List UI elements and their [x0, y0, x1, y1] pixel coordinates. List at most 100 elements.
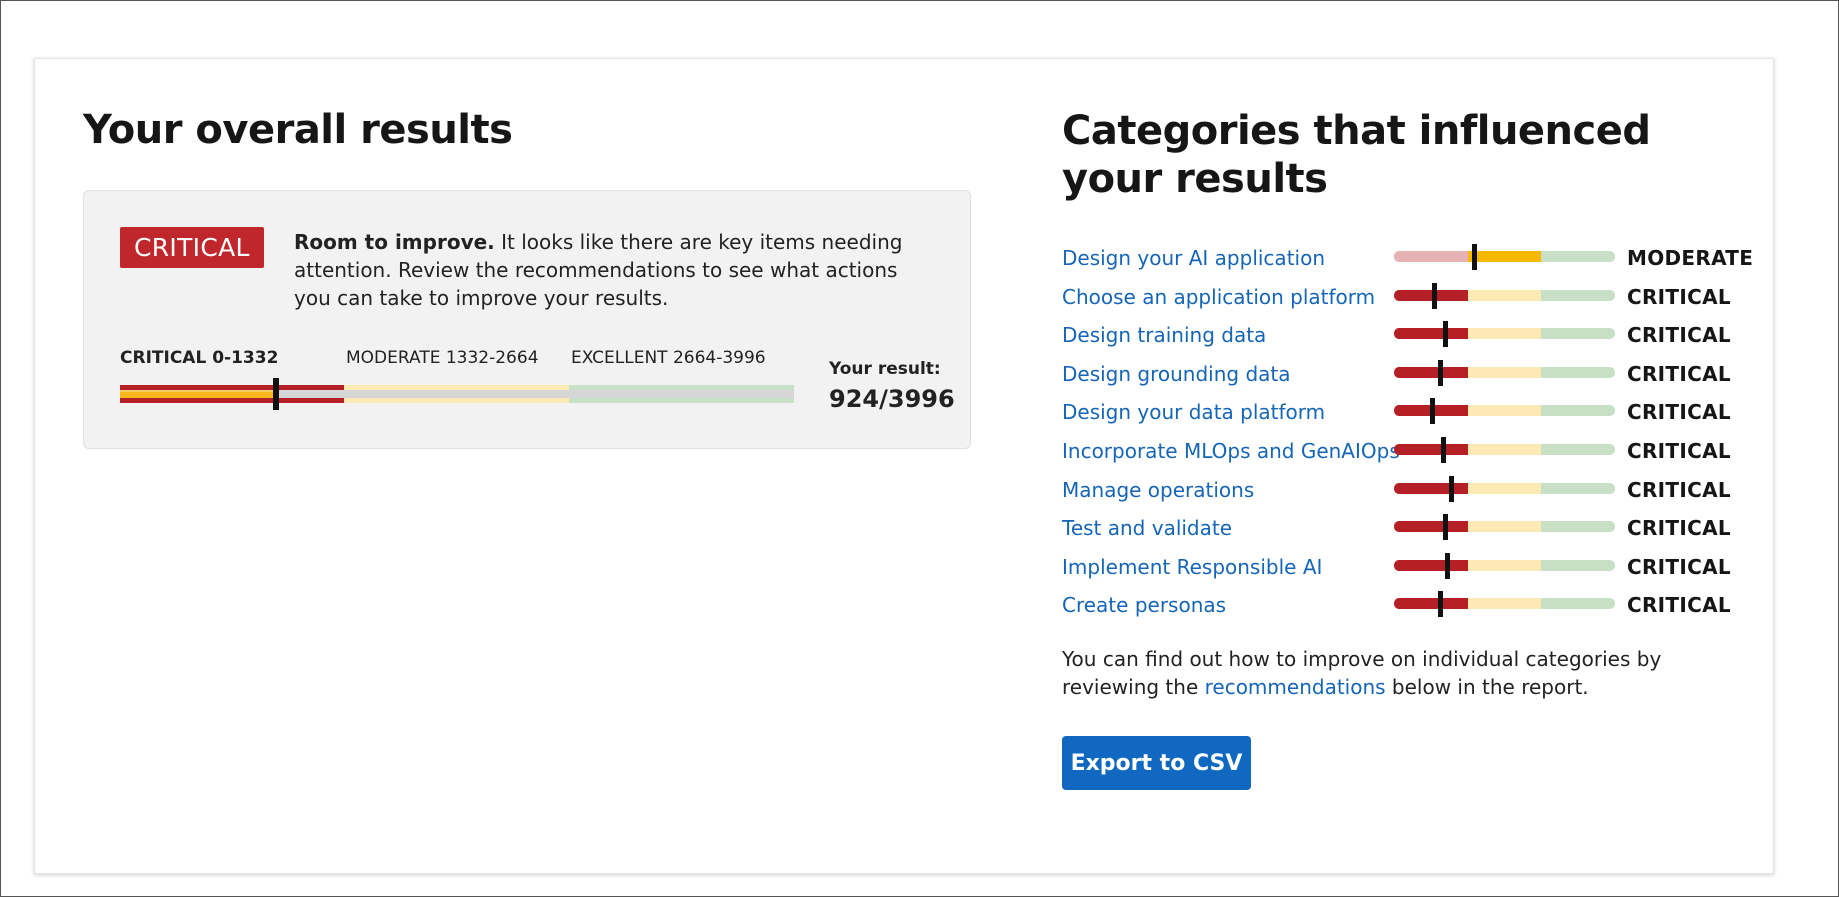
category-level-gauge [1394, 239, 1615, 277]
level-segment [1541, 482, 1615, 494]
summary-bold: Room to improve. [294, 230, 495, 254]
level-segment [1394, 559, 1468, 571]
score-marker [272, 378, 279, 410]
category-row: Create personas CRITICAL [1062, 586, 1762, 625]
category-level-gauge [1394, 586, 1615, 624]
level-segment [1541, 598, 1615, 610]
result-label: Your result: [829, 359, 941, 379]
level-segment [1467, 328, 1542, 340]
level-segment [1394, 482, 1468, 494]
category-level-bar [1394, 328, 1615, 340]
level-segment [1467, 443, 1542, 455]
category-level-gauge [1394, 355, 1615, 393]
category-level-marker [1438, 591, 1444, 618]
category-status: CRITICAL [1627, 554, 1731, 579]
category-level-gauge [1394, 432, 1615, 470]
category-link[interactable]: Design grounding data [1062, 362, 1291, 386]
category-level-marker [1431, 282, 1437, 309]
category-level-gauge [1394, 316, 1615, 354]
level-segment [1394, 521, 1468, 533]
category-level-bar [1394, 482, 1615, 494]
category-level-gauge [1394, 509, 1615, 547]
category-level-bar [1394, 251, 1615, 262]
category-status: CRITICAL [1627, 593, 1731, 618]
scale-label-critical: CRITICAL 0-1332 [120, 348, 279, 368]
level-segment [1394, 251, 1468, 262]
level-segment [1541, 289, 1615, 301]
scale-label-moderate: MODERATE 1332-2664 [346, 348, 539, 368]
category-row: Design your AI application MODERATE [1062, 239, 1762, 278]
category-status: CRITICAL [1627, 284, 1731, 309]
category-level-bar [1394, 598, 1615, 610]
footnote-after: below in the report. [1385, 675, 1589, 699]
level-segment [1541, 405, 1615, 417]
score-fill [120, 390, 276, 398]
scale-label-excellent: EXCELLENT 2664-3996 [571, 348, 766, 368]
category-status: CRITICAL [1627, 361, 1731, 386]
category-link[interactable]: Manage operations [1062, 478, 1254, 502]
category-link[interactable]: Design your AI application [1062, 246, 1325, 270]
category-level-marker [1429, 398, 1435, 425]
category-level-bar [1394, 289, 1615, 301]
overall-results-title: Your overall results [83, 107, 513, 153]
level-segment [1467, 251, 1542, 262]
categories-title: Categories that influenced your results [1062, 108, 1651, 202]
category-level-bar [1394, 443, 1615, 455]
recommendations-link[interactable]: recommendations [1205, 675, 1386, 699]
level-segment [1467, 405, 1542, 417]
category-row: Design your data platform CRITICAL [1062, 393, 1762, 432]
category-level-marker [1442, 321, 1448, 348]
level-segment [1541, 443, 1615, 455]
category-link[interactable]: Design your data platform [1062, 400, 1325, 424]
overall-summary-text: Room to improve. It looks like there are… [294, 228, 934, 312]
result-value: 924/3996 [829, 385, 955, 413]
category-level-bar [1394, 366, 1615, 378]
category-level-marker [1471, 244, 1477, 270]
level-segment [1467, 598, 1542, 610]
score-track [120, 390, 794, 398]
overall-status-badge: CRITICAL [120, 227, 264, 268]
export-csv-button[interactable]: Export to CSV [1062, 736, 1251, 790]
level-segment [1394, 443, 1468, 455]
category-level-marker [1445, 552, 1451, 579]
level-segment [1541, 366, 1615, 378]
level-segment [1394, 328, 1468, 340]
level-segment [1541, 521, 1615, 533]
category-link[interactable]: Create personas [1062, 593, 1226, 617]
category-level-bar [1394, 559, 1615, 571]
category-status: CRITICAL [1627, 516, 1731, 541]
level-segment [1467, 289, 1542, 301]
level-segment [1541, 328, 1615, 340]
category-status: CRITICAL [1627, 477, 1731, 502]
category-row: Implement Responsible AI CRITICAL [1062, 548, 1762, 587]
level-segment [1467, 366, 1542, 378]
category-link[interactable]: Choose an application platform [1062, 285, 1375, 309]
category-link[interactable]: Test and validate [1062, 516, 1232, 540]
level-segment [1394, 598, 1468, 610]
category-level-bar [1394, 521, 1615, 533]
category-link[interactable]: Implement Responsible AI [1062, 555, 1322, 579]
category-status: MODERATE [1627, 246, 1754, 270]
level-segment [1541, 251, 1615, 262]
category-row: Choose an application platform CRITICAL [1062, 278, 1762, 317]
category-level-gauge [1394, 471, 1615, 509]
category-status: CRITICAL [1627, 323, 1731, 348]
level-segment [1467, 521, 1542, 533]
category-list: Design your AI application MODERATE Choose… [1062, 239, 1762, 625]
level-segment [1541, 559, 1615, 571]
level-segment [1467, 559, 1542, 571]
category-row: Design training data CRITICAL [1062, 316, 1762, 355]
category-link[interactable]: Design training data [1062, 323, 1266, 347]
category-level-marker [1438, 359, 1444, 386]
overall-summary-box: CRITICAL Room to improve. It looks like … [83, 190, 971, 449]
category-row: Test and validate CRITICAL [1062, 509, 1762, 548]
category-status: CRITICAL [1627, 438, 1731, 463]
level-segment [1467, 482, 1542, 494]
category-level-marker [1449, 475, 1455, 502]
category-row: Manage operations CRITICAL [1062, 471, 1762, 510]
overall-score-bar [120, 378, 794, 410]
category-status: CRITICAL [1627, 400, 1731, 425]
category-row: Incorporate MLOps and GenAIOps CRITICAL [1062, 432, 1762, 471]
category-level-marker [1442, 514, 1448, 541]
category-link[interactable]: Incorporate MLOps and GenAIOps [1062, 439, 1400, 463]
